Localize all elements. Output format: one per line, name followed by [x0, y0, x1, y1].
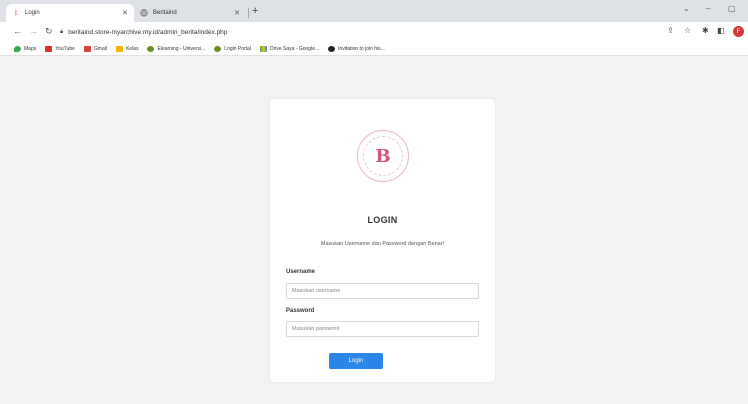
youtube-icon	[45, 45, 53, 52]
lock-icon[interactable]: 🔒︎	[60, 29, 63, 36]
back-icon[interactable]: ←	[13, 26, 22, 36]
password-label: Password	[286, 308, 315, 314]
tab-search-icon[interactable]: ⌄	[683, 4, 690, 13]
bookmark-youtube[interactable]: YouTube	[45, 45, 75, 52]
login-button[interactable]: Login	[329, 353, 383, 369]
gmail-icon	[83, 45, 91, 52]
tab-login[interactable]: ᛒ Login ✕	[6, 4, 134, 22]
bookmark-label: Gmail	[93, 45, 107, 52]
sidepanel-icon[interactable]: ◧	[717, 26, 725, 35]
page-body: B LOGIN Masukan Username dan Password de…	[0, 57, 748, 404]
login-title: LOGIN	[367, 215, 398, 225]
tab-strip: ᛒ Login ✕ Beritaind ✕ + ⌄ – ▢	[0, 0, 748, 22]
password-input[interactable]	[286, 321, 479, 337]
bookmark-label: Login Portal	[224, 45, 251, 52]
extensions-icon[interactable]: ✱	[702, 26, 709, 35]
forward-icon[interactable]: →	[29, 26, 38, 36]
address-bar: ← → ↻ 🔒︎ beritaind.store-myarchive.my.id…	[0, 22, 748, 42]
restore-icon[interactable]: ▢	[728, 4, 736, 13]
reload-icon[interactable]: ↻	[45, 26, 53, 37]
globe-icon	[140, 9, 148, 17]
star-icon[interactable]: ☆	[684, 26, 691, 35]
university-icon	[147, 45, 155, 52]
url-bar[interactable]: 🔒︎ beritaind.store-myarchive.my.id/admin…	[60, 25, 660, 39]
bookmark-label: Elearning - Universi...	[157, 45, 206, 52]
bookmark-kelas[interactable]: Kelas	[115, 45, 139, 52]
maps-icon	[14, 45, 21, 52]
share-icon[interactable]: ⇪	[667, 26, 674, 35]
bookmarks-bar: Maps YouTube Gmail Kelas Elearning - Uni…	[0, 42, 748, 56]
profile-avatar[interactable]: F	[733, 26, 744, 37]
bookmark-label: Drive Saya - Google...	[269, 45, 320, 52]
tab-divider	[248, 8, 249, 18]
username-label: Username	[286, 269, 316, 275]
university-icon	[214, 45, 222, 52]
bookmark-elearning[interactable]: Elearning - Universi...	[147, 45, 206, 52]
bookmark-label: Kelas	[125, 45, 139, 52]
bookmark-label: Invitation to join his...	[338, 45, 385, 52]
login-card: B LOGIN Masukan Username dan Password de…	[270, 99, 495, 382]
bookmark-drive[interactable]: Drive Saya - Google...	[259, 45, 320, 52]
username-input[interactable]	[286, 283, 479, 299]
bookmark-maps[interactable]: Maps	[14, 45, 37, 52]
close-icon[interactable]: ✕	[234, 9, 240, 17]
close-icon[interactable]: ✕	[122, 9, 128, 17]
pink-logo-icon: ᛒ	[13, 9, 19, 17]
login-subtitle: Masukan Username dan Password dengan Ben…	[320, 241, 445, 247]
brand-logo: B	[357, 130, 409, 182]
new-tab-icon[interactable]: +	[252, 5, 258, 17]
bookmark-login-portal[interactable]: Login Portal	[214, 45, 251, 52]
tab-label: Login	[25, 10, 40, 16]
tab-beritaind[interactable]: Beritaind ✕	[134, 4, 246, 22]
github-icon	[328, 45, 336, 52]
drive-icon	[259, 45, 267, 52]
bookmark-label: Maps	[24, 45, 37, 52]
tab-label: Beritaind	[153, 10, 177, 16]
classroom-icon	[115, 45, 123, 52]
bookmark-github[interactable]: Invitation to join his...	[328, 45, 385, 52]
minimize-icon[interactable]: –	[706, 4, 710, 13]
logo-letter: B	[363, 136, 403, 176]
bookmark-label: YouTube	[55, 45, 75, 52]
url-text: beritaind.store-myarchive.my.id/admin_be…	[68, 28, 228, 36]
bookmark-gmail[interactable]: Gmail	[83, 45, 107, 52]
